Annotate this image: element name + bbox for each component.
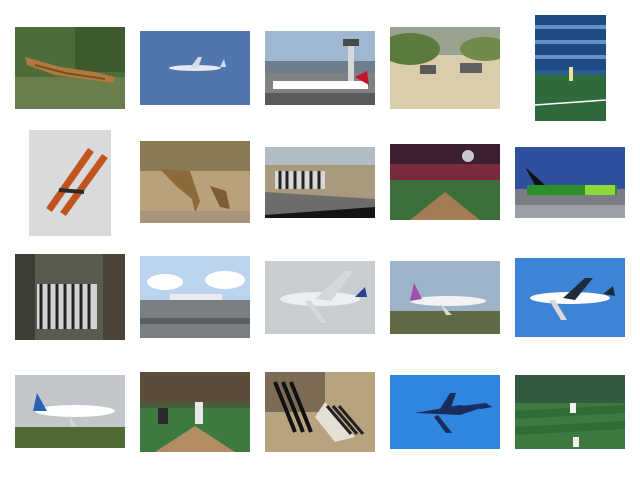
- star-alliance-tile: [515, 258, 625, 337]
- a380-tile: [265, 261, 375, 334]
- airplane-photo: [140, 256, 250, 338]
- giraffe-photo: [140, 141, 250, 223]
- zebra-road-tile: [265, 147, 375, 218]
- giraffes-tile: [15, 27, 125, 109]
- airplane-sky-tile: [140, 31, 250, 105]
- airplane-photo: [390, 261, 500, 334]
- tennis-tile: [535, 15, 606, 121]
- airport-photo: [265, 31, 375, 105]
- baseball-stadium-night-tile: [390, 144, 500, 220]
- biplane-photo: [29, 130, 111, 236]
- biplane-tile: [29, 130, 111, 236]
- airplane-photo: [265, 261, 375, 334]
- zebras-savanna-tile: [390, 27, 500, 109]
- airplane-photo: [390, 375, 500, 449]
- giraffes-photo: [15, 27, 125, 109]
- zebra-photo: [265, 372, 375, 452]
- baseball-batter-tile: [140, 372, 250, 452]
- zebras-photo: [390, 27, 500, 109]
- airport-tower-tile: [265, 31, 375, 105]
- baseball-photo: [140, 372, 250, 452]
- airplane-photo: [15, 375, 125, 448]
- airport-runway-tile: [140, 256, 250, 338]
- zebra-dust-tile: [265, 372, 375, 452]
- sky-airplane-green-tile: [515, 147, 625, 218]
- tennis-photo: [535, 15, 606, 121]
- airplane-photo: [140, 31, 250, 105]
- sky-airline-tile: [390, 261, 500, 334]
- zebras-photo: [15, 254, 125, 340]
- baseball-outfield-tile: [515, 375, 625, 449]
- airplane-photo: [515, 258, 625, 337]
- baseball-photo: [515, 375, 625, 449]
- fighter-jets-tile: [390, 375, 500, 449]
- airplane-photo: [515, 147, 625, 218]
- baseball-photo: [390, 144, 500, 220]
- zebra-photo: [265, 147, 375, 218]
- giraffe-drinking-tile: [140, 141, 250, 223]
- zebras-forest-tile: [15, 254, 125, 340]
- takeoff-tile: [15, 375, 125, 448]
